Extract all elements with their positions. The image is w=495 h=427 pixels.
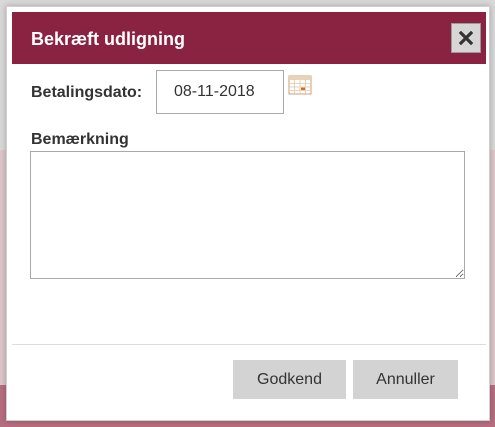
confirm-settlement-dialog: Bekræft udligning Betalingsdato: Bemærkn… [6,6,490,421]
close-button[interactable] [451,23,481,53]
dialog-titlebar: Bekræft udligning [12,12,486,64]
note-textarea[interactable] [30,151,465,279]
note-label: Bemærkning [31,131,129,148]
confirm-button[interactable]: Godkend [233,360,346,399]
payment-date-label: Betalingsdato: [31,84,143,101]
payment-date-input[interactable] [156,70,284,114]
calendar-icon[interactable] [288,74,312,95]
dialog-title: Bekræft udligning [31,29,185,49]
cancel-button[interactable]: Annuller [353,360,458,399]
footer-divider [12,344,486,345]
close-icon [459,31,473,45]
